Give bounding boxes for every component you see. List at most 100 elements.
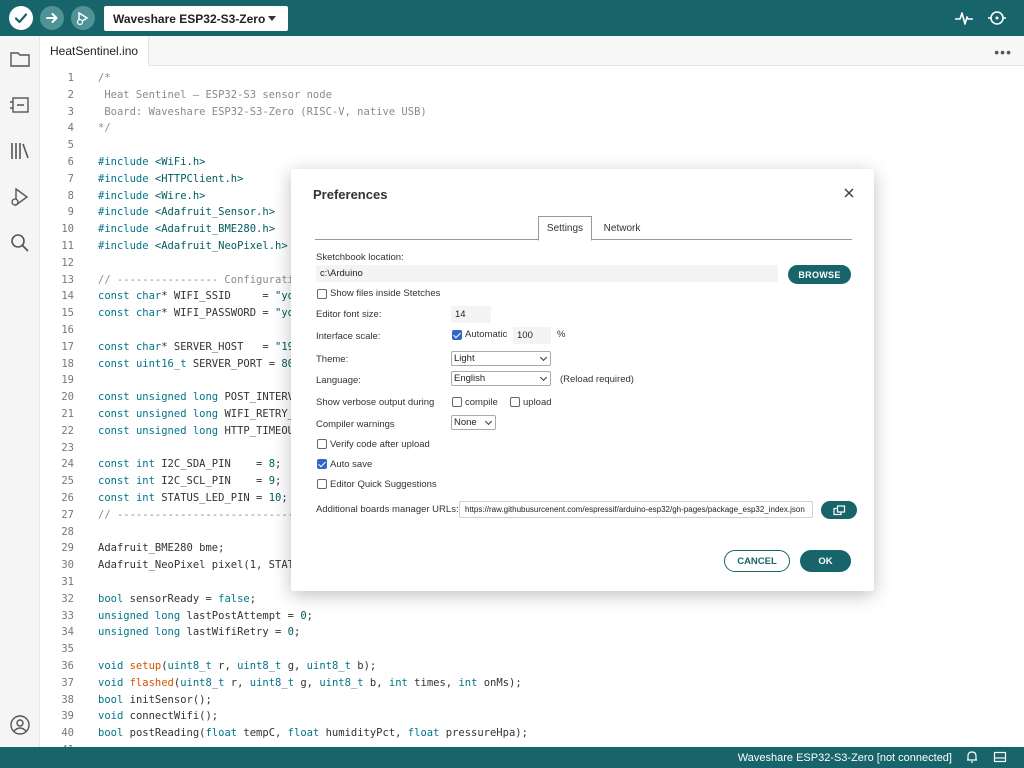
code-line[interactable]: 32 bool sensorReady = false;	[40, 591, 1020, 608]
code-token: char	[135, 307, 162, 320]
code-token: #include	[98, 189, 155, 202]
code-line[interactable]: 35	[40, 641, 1020, 658]
language-select-value: English	[454, 373, 486, 384]
percent-unit: %	[557, 329, 566, 340]
compiler-warnings-select[interactable]: None	[451, 415, 496, 430]
debug-icon[interactable]	[9, 186, 31, 208]
line-number: 22	[61, 424, 74, 437]
ok-button[interactable]: OK	[800, 550, 851, 572]
show-files-label: Show files inside Stetches	[330, 288, 441, 299]
code-token: <Wire.h>	[154, 189, 206, 202]
code-token: false	[218, 592, 250, 605]
line-number: 32	[61, 592, 74, 605]
code-line[interactable]: 39 void connectWifi();	[40, 708, 1020, 725]
line-number: 9	[67, 206, 74, 219]
code-token: float	[407, 727, 440, 740]
code-token: #include	[98, 172, 155, 185]
close-icon[interactable]	[842, 186, 856, 200]
code-token: int	[135, 492, 155, 504]
code-token: const	[98, 492, 136, 504]
line-number: 13	[61, 273, 74, 286]
code-token: I2C_SDA_PIN =	[154, 458, 269, 471]
serial-monitor-icon[interactable]	[987, 8, 1007, 28]
code-token: uint8_t	[306, 660, 351, 672]
code-text: const unsigned long WIFI_RETRY_MS	[98, 406, 307, 423]
quick-suggestions-checkbox[interactable]	[317, 479, 327, 489]
code-line[interactable]: 3 Board: Waveshare ESP32-S3-Zero (RISC-V…	[40, 104, 1020, 121]
code-text: void connectWifi();	[98, 708, 218, 725]
language-select[interactable]: English	[451, 371, 551, 386]
line-number: 25	[61, 475, 74, 488]
account-icon[interactable]	[9, 714, 31, 736]
folder-icon[interactable]	[9, 48, 31, 70]
tab-settings[interactable]: Settings	[538, 216, 592, 241]
debug-button[interactable]	[71, 6, 95, 30]
upload-button[interactable]	[40, 6, 64, 30]
verbose-upload-checkbox[interactable]	[510, 397, 520, 407]
more-options-icon[interactable]: •••	[994, 44, 1012, 60]
verify-after-upload-checkbox[interactable]	[317, 439, 327, 449]
tab-network[interactable]: Network	[597, 216, 647, 240]
code-line[interactable]: 34 unsigned long lastWifiRetry = 0;	[40, 624, 1020, 641]
code-text: const int I2C_SDA_PIN = 8;	[98, 456, 281, 473]
library-manager-icon[interactable]	[9, 140, 31, 162]
code-token: g,	[281, 660, 307, 672]
code-text: const uint16_t SERVER_PORT = 8080	[98, 356, 307, 373]
code-line[interactable]: 2 Heat Sentinel – ESP32-S3 sensor node	[40, 87, 1020, 104]
code-token: ;	[306, 609, 313, 622]
line-number: 8	[67, 189, 74, 202]
code-token: #include	[98, 240, 155, 252]
boards-manager-icon[interactable]	[9, 94, 31, 116]
verbose-compile-checkbox[interactable]	[452, 397, 462, 407]
code-text: const int I2C_SCL_PIN = 9;	[98, 473, 281, 490]
code-token: long	[192, 391, 219, 404]
code-line[interactable]: 1 /*	[40, 70, 1020, 87]
editor-tab-label: HeatSentinel.ino	[50, 44, 139, 58]
interface-scale-input[interactable]: 100	[513, 327, 551, 344]
board-selector[interactable]: Waveshare ESP32-S3-Zero	[104, 6, 288, 31]
code-line[interactable]: 36 void setup(uint8_t r, uint8_t g, uint8…	[40, 658, 1020, 675]
verify-button[interactable]	[9, 6, 33, 30]
quick-suggestions-label: Editor Quick Suggestions	[330, 479, 437, 490]
board-status[interactable]: Waveshare ESP32-S3-Zero [not connected]	[738, 752, 952, 764]
line-number: 12	[61, 256, 74, 269]
code-token: Heat Sentinel – ESP32-S3 sensor node	[98, 88, 332, 101]
code-line[interactable]: 33 unsigned long lastPostAttempt = 0;	[40, 608, 1020, 625]
code-line[interactable]: 4 */	[40, 120, 1020, 137]
cancel-button[interactable]: CANCEL	[724, 550, 790, 572]
font-size-input[interactable]: 14	[451, 306, 491, 323]
line-number: 31	[61, 576, 74, 588]
editor-tab[interactable]: HeatSentinel.ino	[40, 36, 150, 66]
board-selector-label: Waveshare ESP32-S3-Zero	[113, 11, 266, 26]
code-line[interactable]: 5	[40, 137, 1020, 154]
code-token: sensorReady =	[123, 592, 219, 605]
code-text: #include <Adafruit_BME280.h>	[98, 221, 275, 238]
theme-select-value: Light	[454, 353, 475, 364]
code-token: float	[287, 727, 320, 740]
bell-icon[interactable]	[965, 750, 979, 764]
edit-urls-button[interactable]	[821, 501, 857, 519]
code-token: char	[135, 340, 162, 353]
code-token: void	[98, 660, 130, 672]
sketchbook-location-input[interactable]: c:\Arduino	[316, 265, 778, 282]
automatic-scale-label: Automatic	[465, 329, 508, 340]
code-token: tempC,	[237, 727, 288, 740]
code-line[interactable]: 37 void flashed(uint8_t r, uint8_t g, uin…	[40, 675, 1020, 692]
auto-save-checkbox[interactable]	[317, 459, 327, 469]
serial-plotter-icon[interactable]	[954, 8, 974, 28]
code-token: I2C_SCL_PIN =	[154, 475, 269, 488]
code-token: */	[98, 122, 111, 135]
search-icon[interactable]	[9, 232, 31, 254]
code-line[interactable]: 38 bool initSensor();	[40, 692, 1020, 709]
show-files-checkbox[interactable]	[317, 289, 327, 299]
boards-urls-input[interactable]: https://raw.githubusurcenent.com/espress…	[459, 501, 813, 518]
panel-toggle-icon[interactable]	[993, 750, 1007, 764]
code-line[interactable]: 40 bool postReading(float tempC, float hu…	[40, 725, 1020, 742]
code-token: unsigned	[135, 424, 193, 437]
line-number: 30	[61, 559, 74, 572]
automatic-scale-checkbox[interactable]	[452, 330, 462, 340]
code-token: uint16_t	[135, 357, 187, 370]
code-text: unsigned long lastWifiRetry = 0;	[98, 624, 300, 641]
theme-select[interactable]: Light	[451, 351, 551, 366]
browse-button[interactable]: BROWSE	[788, 265, 851, 284]
